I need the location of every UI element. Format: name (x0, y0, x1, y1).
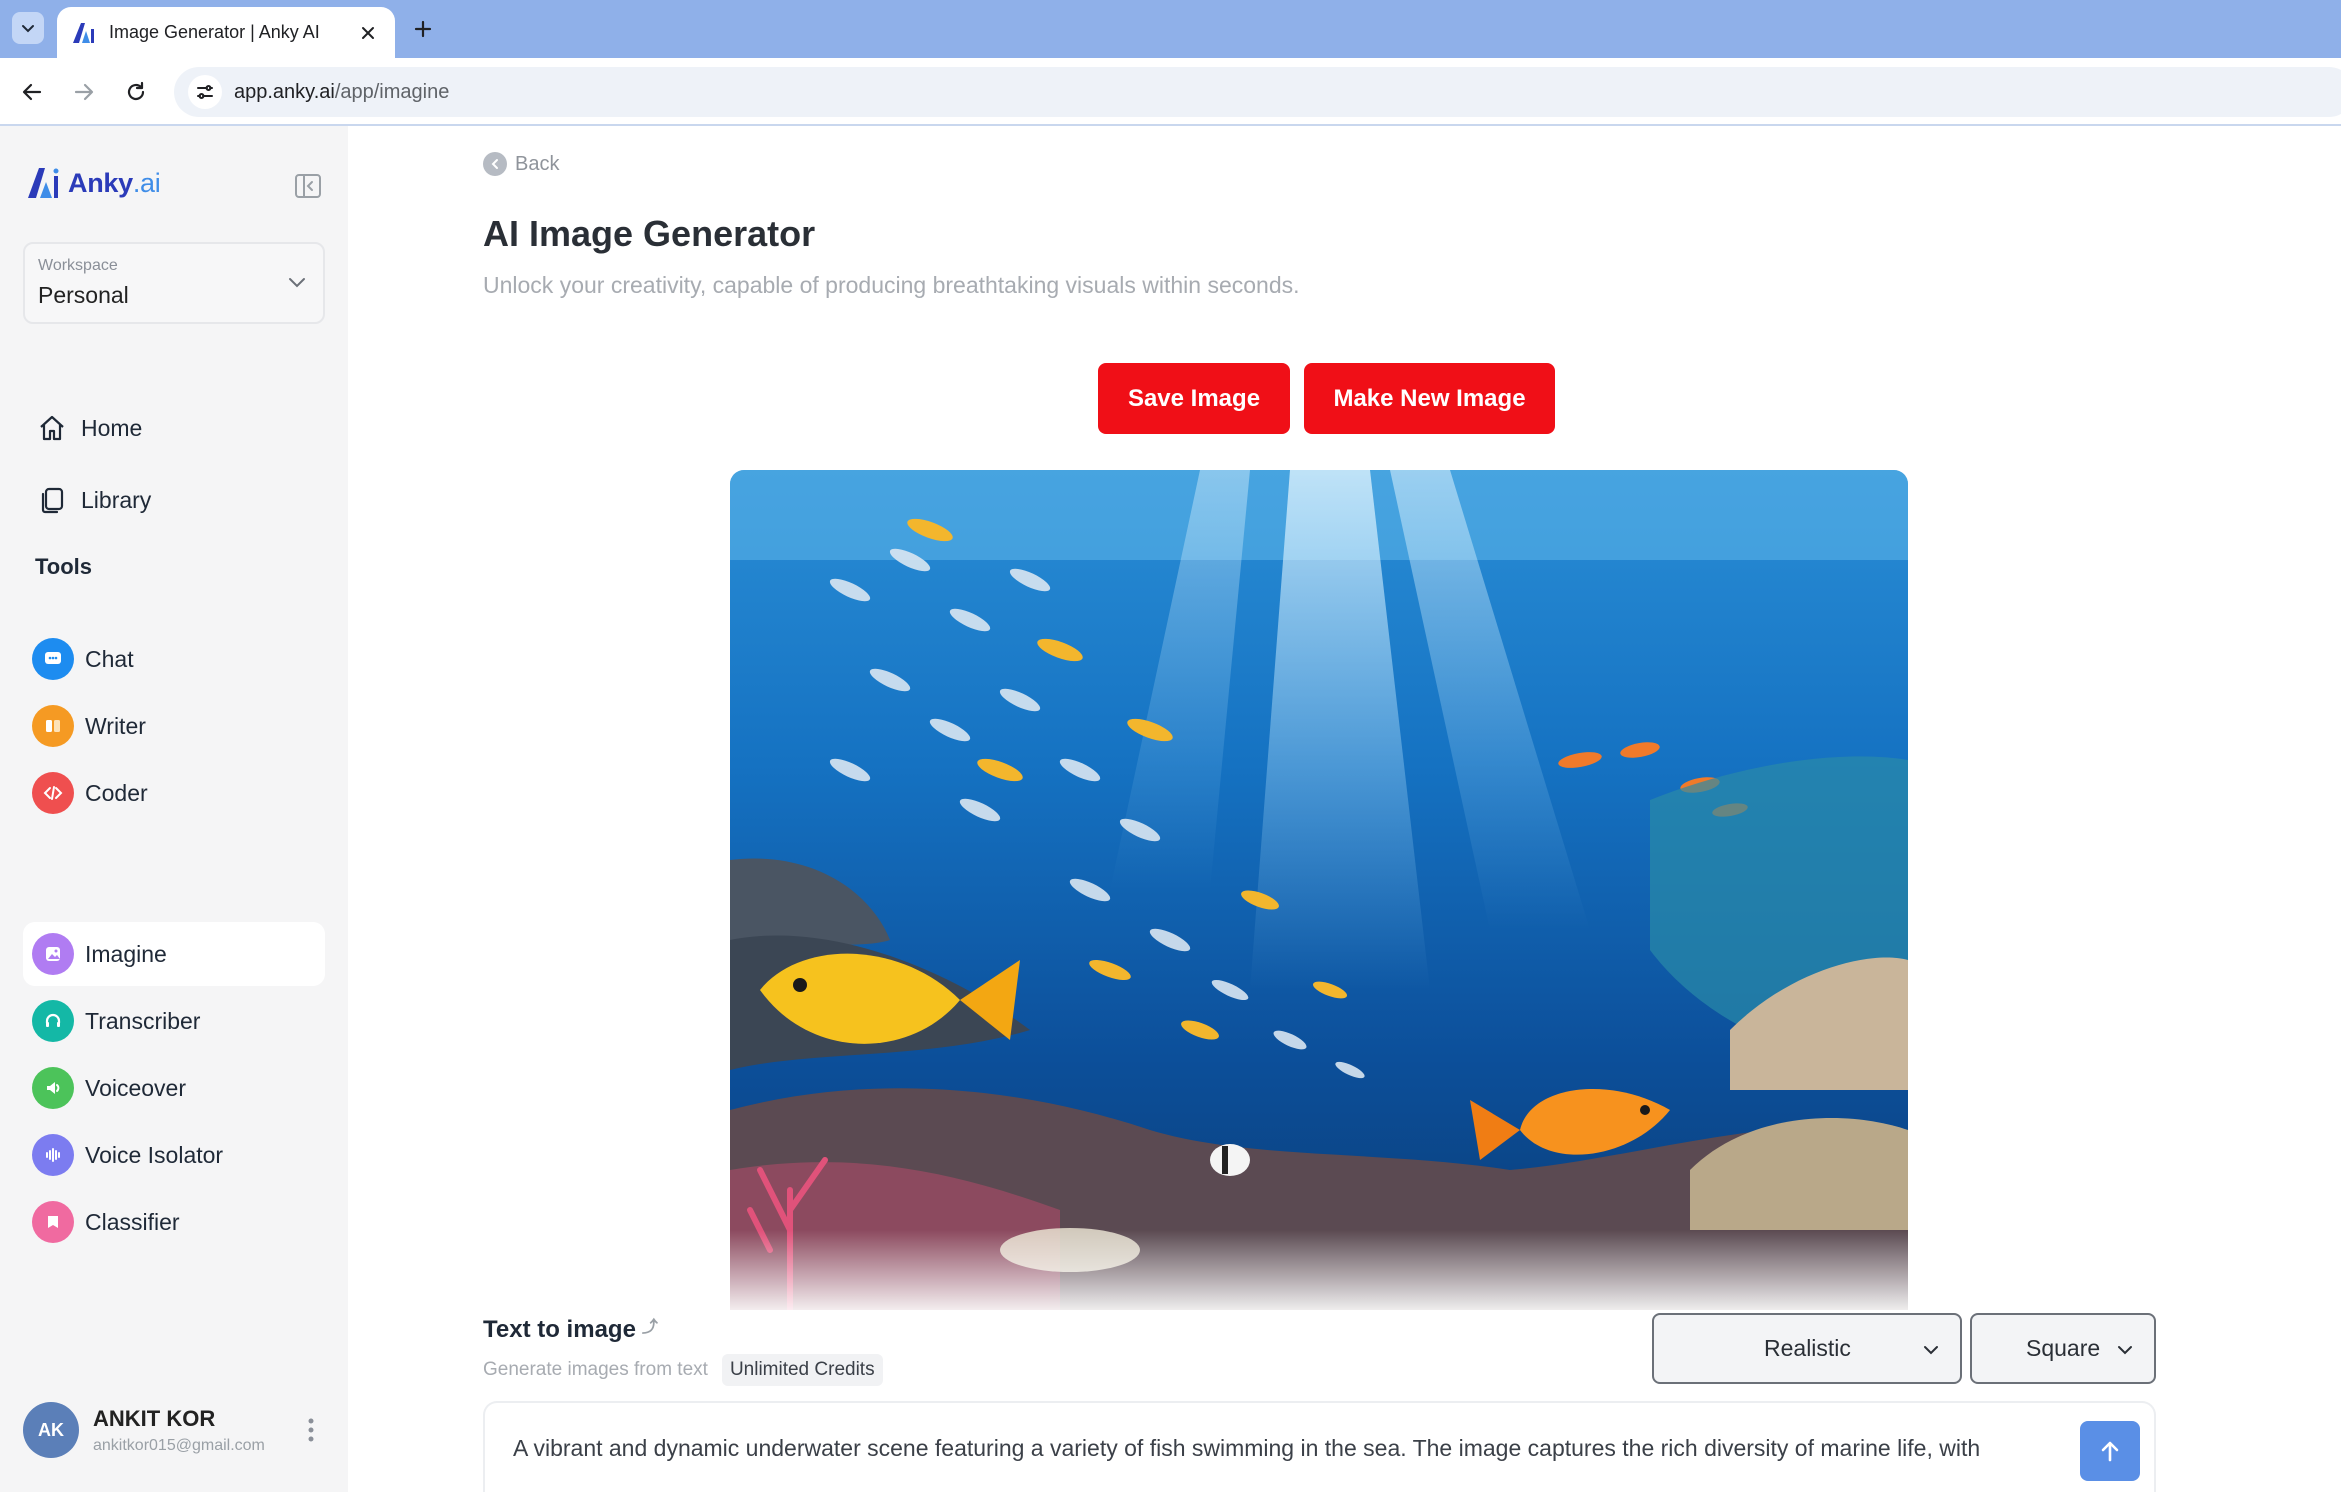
sidebar-item-transcriber[interactable]: Transcriber (23, 989, 325, 1053)
sidebar-item-classifier[interactable]: Classifier (23, 1190, 325, 1254)
imagine-icon (32, 933, 74, 975)
sidebar-item-label: Writer (85, 712, 146, 739)
sidebar-item-library[interactable]: Library (23, 468, 325, 532)
sidebar-item-label: Transcriber (85, 1007, 201, 1034)
prompt-text[interactable]: A vibrant and dynamic underwater scene f… (513, 1435, 2043, 1462)
sidebar-item-label: Voice Isolator (85, 1141, 224, 1168)
workspace-selector[interactable]: Workspace Personal (23, 242, 325, 324)
sidebar-item-home[interactable]: Home (23, 396, 325, 460)
text-to-image-title: Text to image ⤴ (483, 1316, 658, 1344)
aspect-select-value: Square (2026, 1335, 2101, 1361)
save-image-button[interactable]: Save Image (1098, 363, 1290, 434)
library-icon (41, 487, 64, 514)
back-nav-button[interactable] (14, 74, 50, 110)
user-name: ANKIT KOR (93, 1405, 216, 1431)
reload-icon (127, 81, 145, 101)
tab-search-button[interactable] (12, 12, 44, 44)
sidebar: Anky.ai Workspace Personal Home Library … (0, 126, 348, 1492)
chevron-down-icon (22, 25, 34, 33)
page-subtitle: Unlock your creativity, capable of produ… (483, 272, 1300, 298)
sidebar-item-label: Home (81, 414, 143, 441)
text-to-image-description: Generate images from text (483, 1359, 708, 1380)
style-select-value: Realistic (1764, 1335, 1851, 1361)
workspace-label: Workspace (38, 257, 118, 274)
underwater-scene-image (730, 470, 1908, 1310)
tab-title: Image Generator | Anky AI (109, 22, 320, 42)
sidebar-item-voice-isolator[interactable]: Voice Isolator (23, 1123, 325, 1187)
style-select[interactable]: Realistic (1652, 1313, 1962, 1384)
back-label: Back (515, 152, 560, 175)
text-to-image-subheader: Generate images from text Unlimited Cred… (483, 1354, 883, 1386)
collapse-sidebar-button[interactable] (292, 170, 324, 202)
anky-favicon-icon (73, 22, 94, 43)
arrow-up-icon (2101, 1441, 2119, 1462)
arrow-right-icon (74, 83, 94, 101)
sidebar-item-coder[interactable]: Coder (23, 761, 325, 825)
home-icon (40, 415, 64, 441)
brand-name: Anky.ai (68, 167, 161, 199)
page-title: AI Image Generator (483, 213, 816, 254)
voiceover-icon (32, 1067, 74, 1109)
back-arrow-icon (483, 152, 507, 176)
url-host: app.anky.ai (234, 80, 335, 103)
writer-icon (32, 705, 74, 747)
sidebar-item-label: Voiceover (85, 1074, 187, 1101)
browser-tab-bar: Image Generator | Anky AI (0, 0, 2341, 58)
forward-nav-button[interactable] (66, 74, 102, 110)
sidebar-item-label: Imagine (85, 940, 167, 967)
anky-logo-icon (28, 168, 59, 198)
site-info-button[interactable] (188, 75, 222, 109)
brand-logo[interactable]: Anky.ai (26, 166, 161, 200)
tune-icon (197, 85, 213, 99)
reload-button[interactable] (118, 74, 154, 110)
classifier-icon (32, 1201, 74, 1243)
transcriber-icon (32, 1000, 74, 1042)
user-info: ANKIT KOR ankitkor015@gmail.com (93, 1406, 283, 1455)
brand-text: Anky (68, 167, 133, 198)
chat-icon (32, 638, 74, 680)
url-omnibox[interactable]: app.anky.ai/app/imagine (174, 67, 2341, 117)
user-menu-button[interactable] (299, 1414, 323, 1446)
sidebar-item-voiceover[interactable]: Voiceover (23, 1056, 325, 1120)
coder-icon (32, 772, 74, 814)
browser-address-bar: app.anky.ai/app/imagine (0, 58, 2341, 126)
send-button[interactable] (2080, 1421, 2140, 1481)
arrow-left-icon (22, 83, 42, 101)
credits-badge: Unlimited Credits (721, 1354, 883, 1386)
user-email: ankitkor015@gmail.com (93, 1436, 265, 1454)
make-new-image-button[interactable]: Make New Image (1304, 363, 1555, 434)
workspace-value: Personal (38, 282, 129, 308)
sidebar-item-label: Coder (85, 779, 148, 806)
new-tab-button[interactable] (408, 14, 438, 44)
prompt-input[interactable]: A vibrant and dynamic underwater scene f… (483, 1401, 2156, 1492)
chevron-down-icon (289, 278, 305, 288)
brand-suffix: .ai (132, 167, 161, 198)
sidebar-item-label: Chat (85, 645, 134, 672)
sidebar-item-label: Classifier (85, 1208, 180, 1235)
text-to-image-title-text: Text to image (483, 1316, 636, 1343)
url-path: /app/imagine (334, 80, 450, 103)
sidebar-collapse-icon (295, 174, 321, 198)
sidebar-item-label: Library (81, 486, 152, 513)
sidebar-item-imagine[interactable]: Imagine (23, 922, 325, 986)
url-text: app.anky.ai/app/imagine (234, 81, 449, 104)
info-arrow-icon: ⤴ (641, 1319, 658, 1336)
browser-tab[interactable]: Image Generator | Anky AI (57, 7, 395, 58)
tools-heading: Tools (35, 554, 93, 579)
close-icon (362, 26, 374, 39)
tab-close-button[interactable] (355, 20, 381, 46)
back-link[interactable]: Back (483, 152, 559, 176)
user-profile[interactable]: AK ANKIT KOR ankitkor015@gmail.com (23, 1388, 325, 1472)
aspect-select[interactable]: Square (1970, 1313, 2156, 1384)
chevron-down-icon (1924, 1346, 1938, 1355)
generated-image[interactable] (730, 470, 1908, 1310)
chevron-down-icon (2118, 1346, 2132, 1355)
more-vertical-icon (308, 1418, 314, 1442)
avatar: AK (23, 1402, 79, 1458)
sidebar-item-chat[interactable]: Chat (23, 627, 325, 691)
plus-icon (414, 20, 432, 38)
voice-isolator-icon (32, 1134, 74, 1176)
sidebar-item-writer[interactable]: Writer (23, 694, 325, 758)
